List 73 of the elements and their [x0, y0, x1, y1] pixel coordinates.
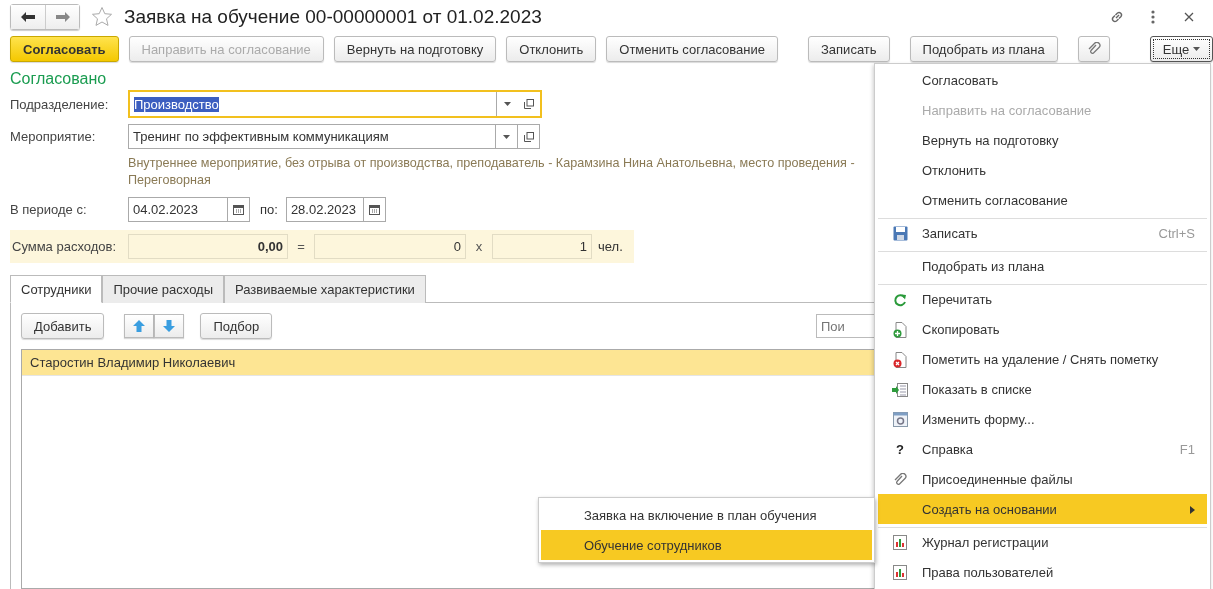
refresh-icon: [893, 292, 907, 307]
paperclip-icon: [1086, 42, 1101, 56]
move-up-button[interactable]: [124, 314, 155, 338]
field-label: Мероприятие:: [10, 129, 97, 144]
down-arrow-icon: [163, 320, 176, 332]
pick-button[interactable]: Подбор: [200, 313, 273, 339]
menu-item[interactable]: Перечитать: [878, 284, 1207, 314]
toolbar-button[interactable]: Отменить согласование: [606, 36, 778, 62]
status-text: Согласовано: [10, 70, 107, 89]
menu-item[interactable]: Журнал регистрации: [878, 527, 1207, 557]
open-icon[interactable]: [523, 131, 534, 142]
submenu-arrow-icon: [1190, 505, 1195, 514]
person-count-field[interactable]: 1: [492, 234, 592, 259]
menu-item[interactable]: Согласовать: [878, 65, 1207, 95]
date-field[interactable]: 04.02.2023: [128, 197, 250, 222]
tab[interactable]: Прочие расходы: [102, 275, 224, 303]
document-add-icon: [893, 321, 907, 338]
total-field[interactable]: 0,00: [128, 234, 288, 259]
attach-button[interactable]: [1077, 36, 1110, 62]
add-button[interactable]: Добавить: [21, 313, 105, 339]
report-icon: [893, 565, 907, 580]
back-button[interactable]: [11, 5, 45, 29]
department-field[interactable]: Производство: [128, 90, 542, 118]
window-title: Заявка на обучение 00-00000001 от 01.02.2023: [124, 6, 543, 28]
calendar-icon[interactable]: [233, 204, 244, 215]
tab[interactable]: Сотрудники: [10, 275, 103, 303]
toolbar-button[interactable]: Вернуть на подготовку: [333, 36, 497, 62]
times-sign: x: [474, 239, 484, 254]
unit-label: чел.: [598, 239, 623, 254]
more-button[interactable]: Еще: [1149, 36, 1213, 62]
menu-item[interactable]: Присоединенные файлы: [878, 464, 1207, 494]
date-field[interactable]: 28.02.2023: [285, 197, 386, 222]
forward-arrow-icon: [55, 12, 70, 22]
approve-button[interactable]: Согласовать: [10, 36, 119, 62]
field-label: В периоде с:: [10, 202, 88, 217]
list-icon: [892, 382, 908, 397]
toolbar-button[interactable]: Подобрать из плана: [909, 36, 1058, 62]
up-arrow-icon: [133, 320, 146, 332]
menu-item[interactable]: Скопировать: [878, 314, 1207, 344]
field-label: по:: [260, 202, 278, 217]
menu-item[interactable]: Отклонить: [878, 155, 1207, 185]
toolbar-button[interactable]: Отклонить: [506, 36, 597, 62]
report-icon: [893, 535, 907, 550]
event-field[interactable]: Тренинг по эффективным коммуникациям: [128, 124, 540, 149]
menu-item[interactable]: Показать в списке: [878, 374, 1207, 404]
calendar-icon[interactable]: [368, 204, 380, 215]
equals-sign: =: [296, 239, 306, 254]
search-field[interactable]: Пои: [816, 314, 876, 338]
event-description: Внутреннее мероприятие, без отрыва от производства, преподаватель - Карамзина Нина Анатольевна, место проведения - Переговорная: [128, 155, 856, 189]
menu-item[interactable]: ? Справка F1: [878, 434, 1207, 464]
form-settings-icon: [892, 412, 908, 427]
menu-item[interactable]: Отменить согласование: [878, 185, 1207, 215]
field-label: Сумма расходов:: [12, 239, 118, 254]
menu-item[interactable]: Вернуть на подготовку: [878, 125, 1207, 155]
menu-item[interactable]: Права пользователей: [878, 557, 1207, 587]
move-down-button[interactable]: [154, 314, 185, 338]
menu-item[interactable]: Записать Ctrl+S: [878, 218, 1207, 248]
help-icon: ?: [896, 442, 904, 457]
dropdown-icon[interactable]: [504, 102, 511, 106]
paperclip-icon: [893, 472, 907, 487]
document-delete-icon: [893, 351, 907, 368]
cost-per-person-field[interactable]: 0: [314, 234, 466, 259]
menu-item[interactable]: Создать на основании: [878, 494, 1207, 524]
menu-item[interactable]: Обучение сотрудников: [541, 530, 872, 560]
caret-icon: [1193, 47, 1201, 51]
dropdown-icon[interactable]: [503, 134, 510, 139]
menu-item[interactable]: Изменить форму...: [878, 404, 1207, 434]
tab[interactable]: Развиваемые характеристики: [224, 275, 426, 303]
toolbar-button[interactable]: Записать: [808, 36, 890, 62]
field-label: Подразделение:: [10, 96, 110, 112]
open-icon[interactable]: [524, 99, 534, 109]
back-arrow-icon: [21, 12, 35, 22]
menu-item[interactable]: Подобрать из плана: [878, 251, 1207, 281]
